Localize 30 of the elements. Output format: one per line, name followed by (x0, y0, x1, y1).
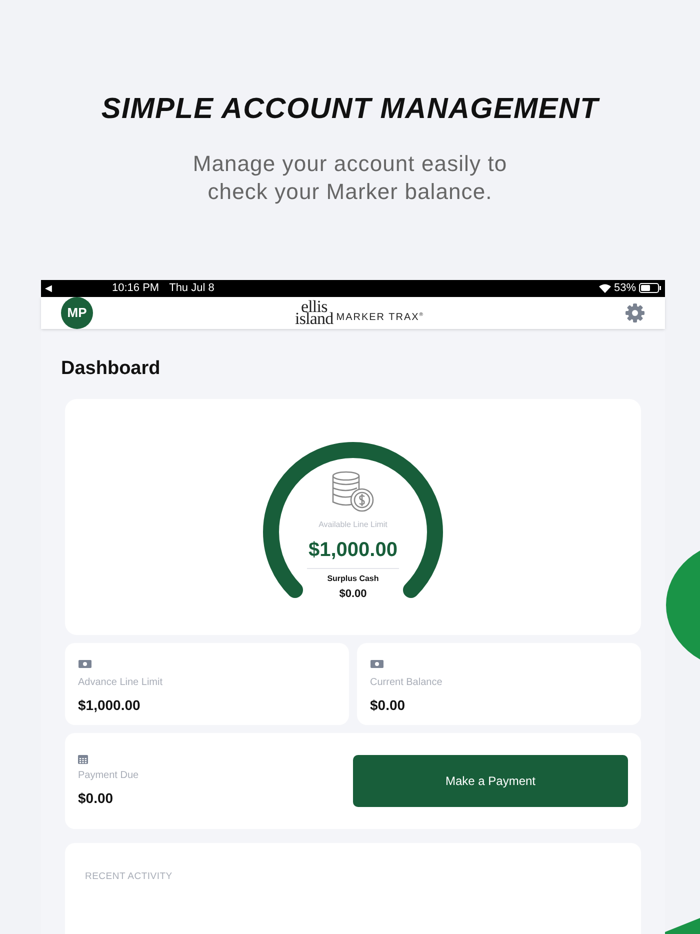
back-indicator[interactable]: ◀ (45, 282, 52, 295)
promo-title: SIMPLE ACCOUNT MANAGEMENT (101, 92, 599, 127)
logo-text: island (295, 312, 334, 324)
wifi-icon (598, 284, 611, 293)
status-date: Thu Jul 8 (169, 281, 214, 296)
surplus-label: Surplus Cash (327, 573, 379, 585)
avatar[interactable]: MP (61, 296, 93, 328)
stat-amount: $0.00 (370, 696, 406, 715)
brand-name: MARKER TRAX (336, 310, 420, 324)
surplus-amount: $0.00 (339, 587, 367, 602)
cash-icon (78, 659, 92, 669)
gauge-label: Available Line Limit (318, 519, 388, 531)
coins-icon (331, 471, 375, 513)
settings-icon[interactable] (625, 302, 645, 322)
payment-due-amount: $0.00 (78, 788, 114, 808)
stat-label: Current Balance (370, 676, 442, 690)
cash-icon (370, 659, 384, 669)
recent-activity-title: RECENT ACTIVITY (85, 871, 172, 882)
page-title: Dashboard (61, 356, 162, 380)
stat-label: Advance Line Limit (78, 676, 162, 690)
calendar-icon (78, 754, 88, 764)
stat-amount: $1,000.00 (78, 696, 140, 715)
battery-percent: 53% (614, 281, 636, 296)
logo-text: ellis (300, 300, 328, 312)
promo-subtitle: Manage your account easily to check your Marker balance. (192, 150, 508, 206)
payment-due-label: Payment Due (78, 768, 139, 782)
make-payment-button[interactable]: Make a Payment (353, 755, 628, 807)
battery-icon (639, 283, 661, 294)
gauge-amount: $1,000.00 (306, 535, 400, 569)
status-time: 10:16 PM (112, 281, 160, 296)
